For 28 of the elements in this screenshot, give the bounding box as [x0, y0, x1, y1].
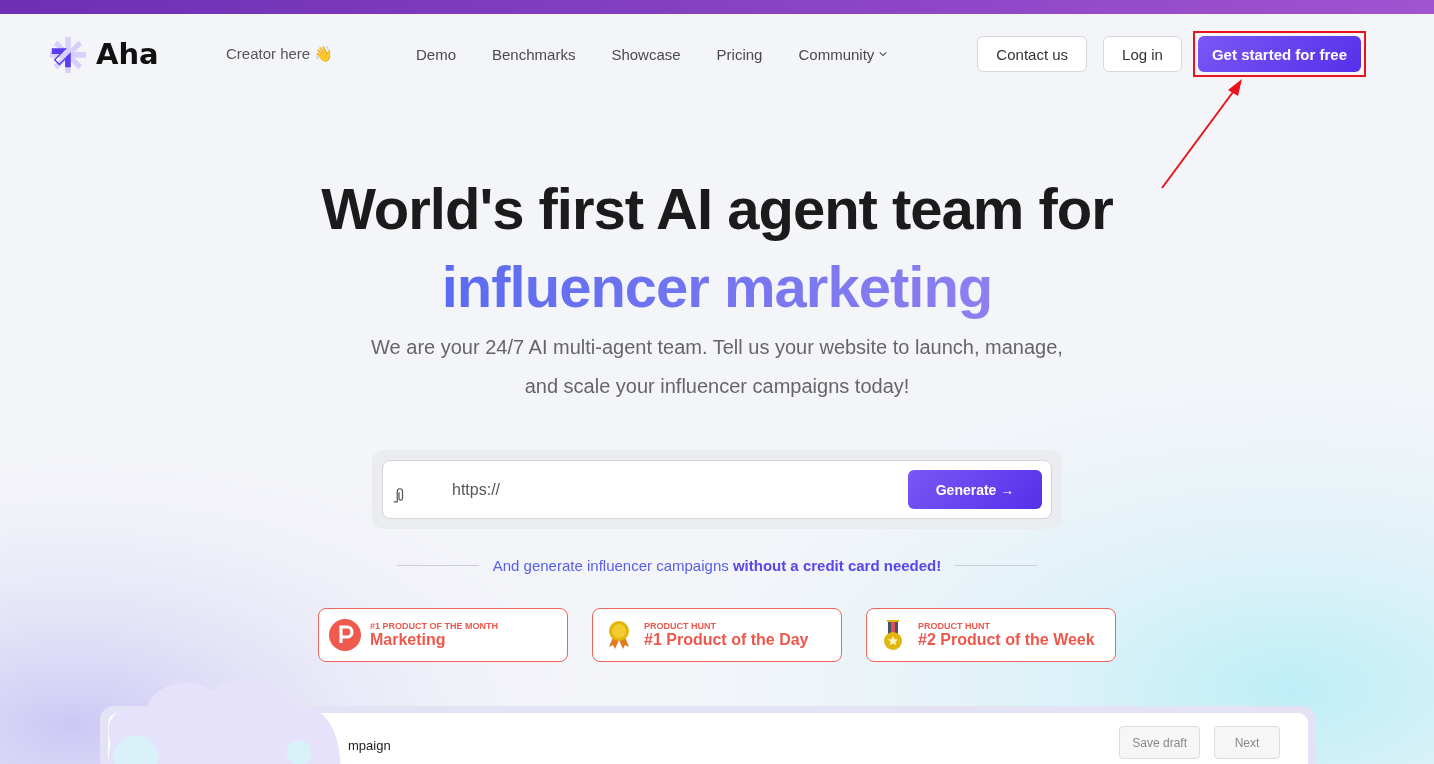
- url-input[interactable]: https://: [450, 479, 908, 500]
- nav-link[interactable]: Pricing: [716, 45, 763, 63]
- logo-icon[interactable]: [48, 35, 86, 73]
- award-caption: #1 PRODUCT OF THE MONTH: [370, 621, 498, 631]
- preview-title: mpaign: [348, 738, 391, 753]
- award-title: Marketing: [370, 631, 447, 649]
- nav-link[interactable]: Demo: [416, 45, 456, 63]
- tagline: And generate influencer campaigns without a credit card needed!: [492, 557, 942, 574]
- nav-link[interactable]: Community: [798, 45, 888, 63]
- hero-subtitle: We are your 24/7 AI multi-agent team. Tell us your website to launch, manage, and scale your influencer campaigns today!: [370, 335, 1064, 399]
- brand-name[interactable]: Aha: [96, 37, 159, 71]
- award-caption: PRODUCT HUNT: [918, 621, 991, 631]
- nav-button[interactable]: Log in: [1103, 36, 1182, 72]
- nav-link[interactable]: Showcase: [611, 45, 681, 63]
- chevron-down-icon: [879, 51, 888, 57]
- award-badge[interactable]: PRODUCT HUNT #1 Product of the Day: [592, 608, 842, 662]
- award-title: #1 Product of the Day: [644, 631, 809, 649]
- creator-link[interactable]: Creator here 👋: [226, 45, 416, 63]
- award-title: #2 Product of the Week: [918, 631, 1095, 649]
- nav-link[interactable]: Benchmarks: [492, 45, 576, 63]
- get-started-button[interactable]: Get started for free: [1197, 36, 1361, 72]
- award-badge[interactable]: PRODUCT HUNT #2 Product of the Week: [866, 608, 1116, 662]
- nav-button[interactable]: Contact us: [977, 36, 1088, 72]
- award-badge[interactable]: #1 PRODUCT OF THE MONTH Marketing: [318, 608, 568, 662]
- generate-button[interactable]: Generate →: [908, 470, 1042, 509]
- hero-title: World's first AI agent team for: [320, 175, 1114, 243]
- award-caption: PRODUCT HUNT: [644, 621, 717, 631]
- p-circle-icon: [329, 619, 361, 651]
